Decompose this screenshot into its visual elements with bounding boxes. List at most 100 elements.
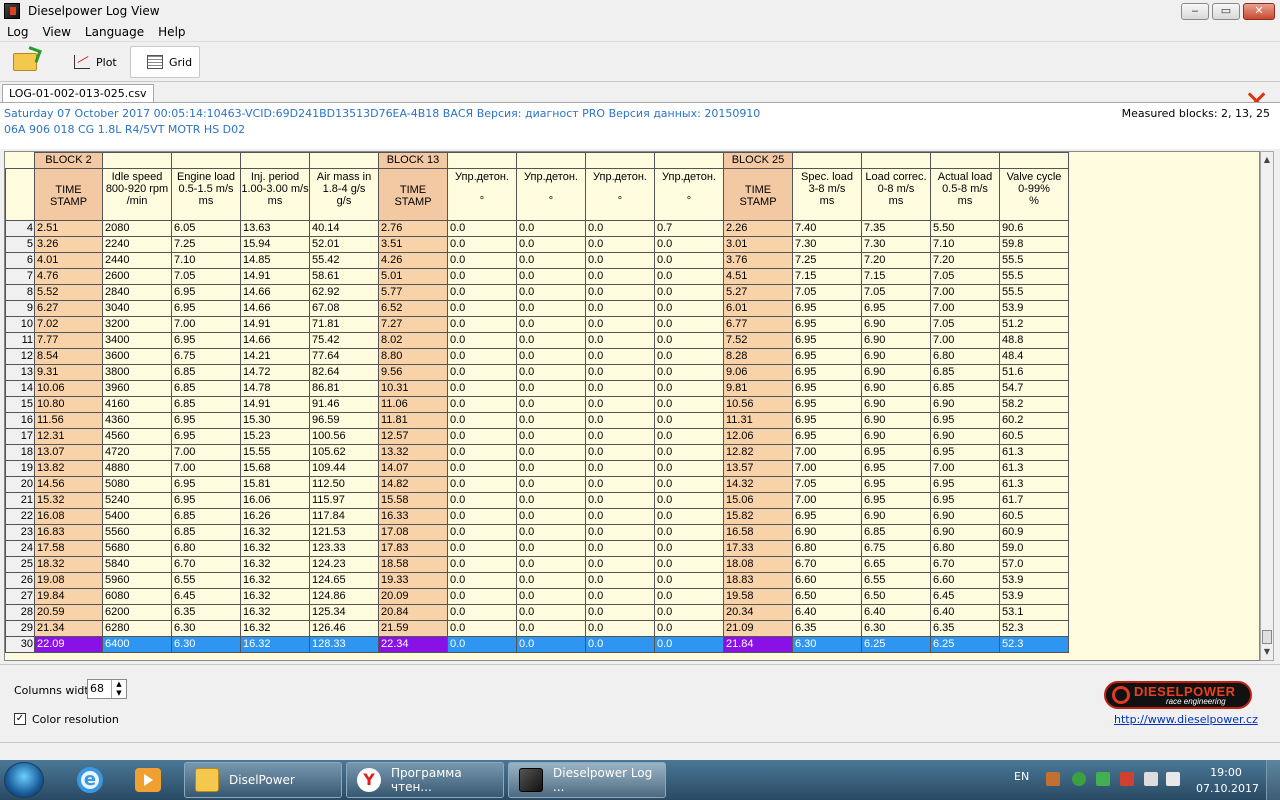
value-cell[interactable]: 7.00: [171, 316, 241, 333]
value-cell[interactable]: 61.3: [999, 460, 1069, 477]
timestamp-cell[interactable]: 5.77: [378, 284, 448, 301]
value-cell[interactable]: 6.40: [861, 604, 931, 621]
timestamp-cell[interactable]: 3.26: [34, 236, 103, 253]
value-cell[interactable]: 117.84: [309, 508, 379, 525]
value-cell[interactable]: 105.62: [309, 444, 379, 461]
value-cell[interactable]: 0.0: [447, 476, 517, 493]
task-yandex-browser[interactable]: Y Программа чтен...: [346, 762, 504, 798]
timestamp-cell[interactable]: 11.31: [723, 412, 793, 429]
value-cell[interactable]: 6.95: [171, 332, 241, 349]
timestamp-cell[interactable]: 20.09: [378, 588, 448, 605]
value-cell[interactable]: 6.60: [930, 572, 1000, 589]
timestamp-cell[interactable]: 10.56: [723, 396, 793, 413]
value-cell[interactable]: 0.0: [516, 620, 586, 637]
value-cell[interactable]: 0.0: [654, 604, 724, 621]
value-cell[interactable]: 14.66: [240, 332, 310, 349]
usb-device-icon[interactable]: [1144, 772, 1158, 786]
timestamp-cell[interactable]: 15.82: [723, 508, 793, 525]
value-cell[interactable]: 0.0: [447, 396, 517, 413]
value-cell[interactable]: 14.91: [240, 316, 310, 333]
value-cell[interactable]: 61.3: [999, 444, 1069, 461]
value-cell[interactable]: 60.5: [999, 428, 1069, 445]
value-cell[interactable]: 0.0: [654, 284, 724, 301]
value-cell[interactable]: 0.0: [654, 412, 724, 429]
timestamp-cell[interactable]: 4.76: [34, 268, 103, 285]
value-cell[interactable]: 124.86: [309, 588, 379, 605]
value-cell[interactable]: 6.95: [792, 348, 862, 365]
value-cell[interactable]: 55.5: [999, 284, 1069, 301]
value-cell[interactable]: 4360: [102, 412, 172, 429]
value-cell[interactable]: 6.95: [171, 412, 241, 429]
timestamp-cell[interactable]: 9.81: [723, 380, 793, 397]
value-cell[interactable]: 5080: [102, 476, 172, 493]
task-diselpower-folder[interactable]: DiselPower: [184, 762, 342, 798]
timestamp-cell[interactable]: 21.84: [723, 636, 793, 653]
value-cell[interactable]: 7.00: [930, 460, 1000, 477]
value-cell[interactable]: 0.0: [447, 460, 517, 477]
value-cell[interactable]: 6.80: [930, 540, 1000, 557]
value-cell[interactable]: 7.30: [792, 236, 862, 253]
color-resolution-checkbox[interactable]: ✓: [14, 713, 26, 725]
timestamp-cell[interactable]: 20.34: [723, 604, 793, 621]
value-cell[interactable]: 6.70: [171, 556, 241, 573]
timestamp-cell[interactable]: 6.52: [378, 300, 448, 317]
value-cell[interactable]: 0.0: [654, 476, 724, 493]
value-cell[interactable]: 16.32: [240, 524, 310, 541]
minimize-button[interactable]: ‒: [1181, 3, 1209, 20]
timestamp-cell[interactable]: 6.01: [723, 300, 793, 317]
value-cell[interactable]: 5840: [102, 556, 172, 573]
value-cell[interactable]: 0.0: [447, 300, 517, 317]
value-cell[interactable]: 6.90: [861, 380, 931, 397]
table-row[interactable]: 13 9.31 3800 6.85 14.72 82.64 9.56 0.0 0.0 0.0 0.0…: [5, 364, 1069, 381]
value-cell[interactable]: 0.0: [585, 380, 655, 397]
timestamp-column-header[interactable]: TIME STAMP: [378, 168, 448, 221]
value-cell[interactable]: 0.0: [654, 380, 724, 397]
timestamp-cell[interactable]: 12.57: [378, 428, 448, 445]
menu-view[interactable]: View: [35, 25, 77, 39]
table-row[interactable]: 17 12.31 4560 6.95 15.23 100.56 12.57 0.0 0.0 0.0…: [5, 428, 1069, 445]
value-cell[interactable]: 15.94: [240, 236, 310, 253]
value-cell[interactable]: 6.95: [171, 284, 241, 301]
value-cell[interactable]: 75.42: [309, 332, 379, 349]
value-cell[interactable]: 6.85: [171, 380, 241, 397]
timestamp-cell[interactable]: 13.57: [723, 460, 793, 477]
value-cell[interactable]: 16.26: [240, 508, 310, 525]
value-cell[interactable]: 16.32: [240, 588, 310, 605]
value-cell[interactable]: 0.0: [585, 524, 655, 541]
table-row[interactable]: 8 5.52 2840 6.95 14.66 62.92 5.77 0.0 0.0 0.0 0.0 5…: [5, 284, 1069, 301]
table-row[interactable]: 19 13.82 4880 7.00 15.68 109.44 14.07 0.0 0.0 0.0…: [5, 460, 1069, 477]
value-cell[interactable]: 6.85: [171, 524, 241, 541]
value-cell[interactable]: 6.90: [861, 508, 931, 525]
value-cell[interactable]: 6.90: [930, 508, 1000, 525]
value-cell[interactable]: 6.95: [861, 492, 931, 509]
table-row[interactable]: 25 18.32 5840 6.70 16.32 124.23 18.58 0.0 0.0 0.0…: [5, 556, 1069, 573]
value-cell[interactable]: 91.46: [309, 396, 379, 413]
maximize-button[interactable]: ▭: [1212, 3, 1240, 20]
value-cell[interactable]: 6.50: [792, 588, 862, 605]
column-header[interactable]: Упр.детон. °: [585, 168, 655, 221]
column-header[interactable]: Actual load 0.5-8 m/s ms: [930, 168, 1000, 221]
value-cell[interactable]: 0.0: [447, 492, 517, 509]
value-cell[interactable]: 3200: [102, 316, 172, 333]
value-cell[interactable]: 0.0: [654, 316, 724, 333]
value-cell[interactable]: 53.9: [999, 300, 1069, 317]
value-cell[interactable]: 51.6: [999, 364, 1069, 381]
value-cell[interactable]: 53.9: [999, 588, 1069, 605]
value-cell[interactable]: 96.59: [309, 412, 379, 429]
timestamp-cell[interactable]: 18.58: [378, 556, 448, 573]
value-cell[interactable]: 6.90: [930, 396, 1000, 413]
grid-view-button[interactable]: Grid: [130, 46, 200, 78]
value-cell[interactable]: 7.00: [171, 460, 241, 477]
value-cell[interactable]: 6200: [102, 604, 172, 621]
value-cell[interactable]: 52.01: [309, 236, 379, 253]
value-cell[interactable]: 60.9: [999, 524, 1069, 541]
value-cell[interactable]: 128.33: [309, 636, 379, 653]
value-cell[interactable]: 67.08: [309, 300, 379, 317]
timestamp-cell[interactable]: 21.59: [378, 620, 448, 637]
value-cell[interactable]: 6280: [102, 620, 172, 637]
volume-icon[interactable]: [1046, 772, 1060, 786]
value-cell[interactable]: 0.0: [654, 556, 724, 573]
value-cell[interactable]: 0.0: [585, 444, 655, 461]
timestamp-cell[interactable]: 15.32: [34, 492, 103, 509]
value-cell[interactable]: 6.30: [171, 636, 241, 653]
